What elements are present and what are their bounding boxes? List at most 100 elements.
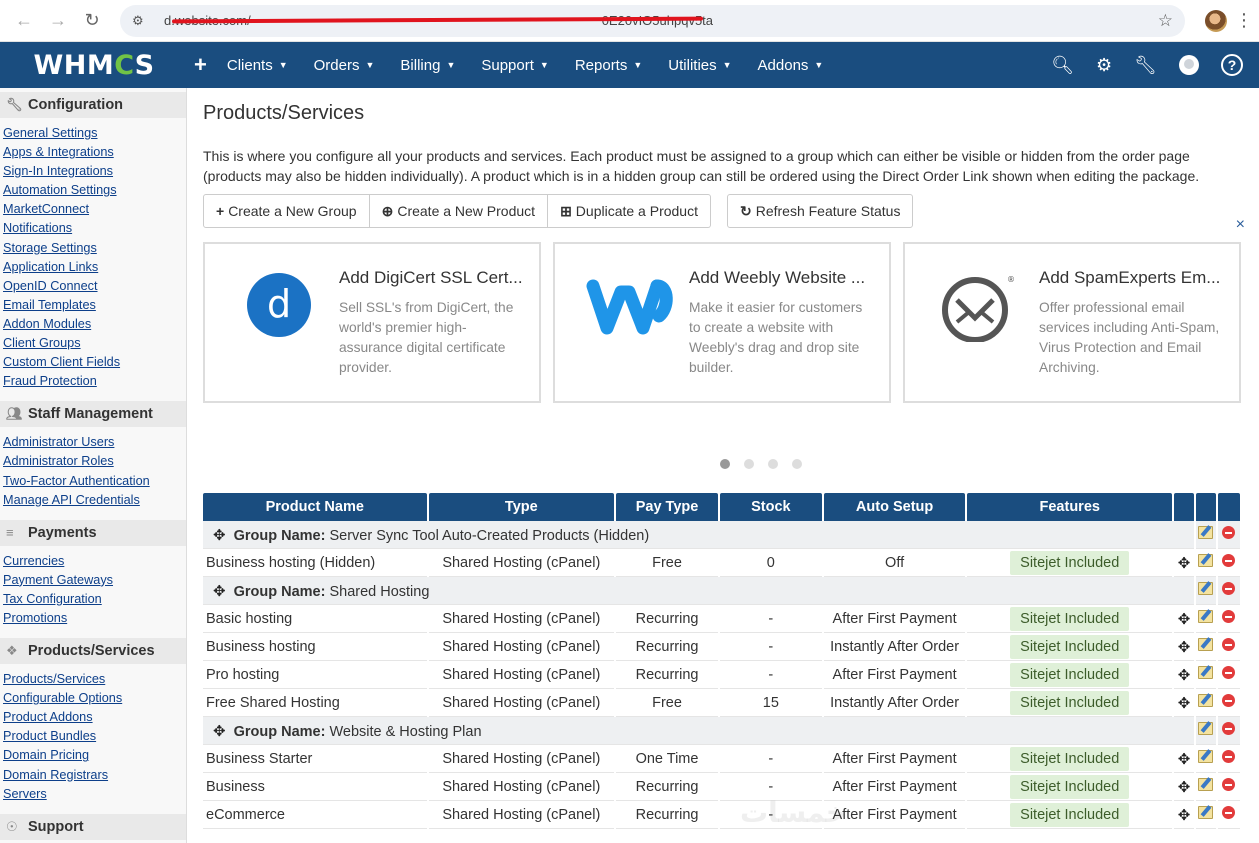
- cogs-icon[interactable]: ⚙: [1096, 55, 1112, 76]
- help-icon[interactable]: ?: [1221, 54, 1243, 76]
- product-name[interactable]: Free Shared Hosting: [203, 689, 427, 717]
- delete-icon[interactable]: [1222, 610, 1236, 623]
- close-promos-icon[interactable]: ×: [1236, 216, 1245, 234]
- move-icon[interactable]: ✥: [1178, 695, 1191, 712]
- sidebar-link-general-settings[interactable]: General Settings: [3, 124, 186, 143]
- move-icon[interactable]: ✥: [1178, 667, 1191, 684]
- move-icon[interactable]: ✥: [1178, 779, 1191, 796]
- sidebar-link-apps-integrations[interactable]: Apps & Integrations: [3, 143, 186, 162]
- sidebar-link-tax-configuration[interactable]: Tax Configuration: [3, 590, 186, 609]
- delete-icon[interactable]: [1222, 750, 1236, 763]
- sidebar-link-product-bundles[interactable]: Product Bundles: [3, 727, 186, 746]
- product-name[interactable]: Business hosting (Hidden): [203, 549, 427, 577]
- carousel-dot[interactable]: [792, 459, 802, 469]
- sidebar-link-domain-pricing[interactable]: Domain Pricing: [3, 746, 186, 765]
- sidebar-link-payment-gateways[interactable]: Payment Gateways: [3, 571, 186, 590]
- bookmark-star-icon[interactable]: ☆: [1158, 11, 1173, 31]
- carousel-dot[interactable]: [768, 459, 778, 469]
- sidebar-link-automation-settings[interactable]: Automation Settings: [3, 181, 186, 200]
- edit-icon[interactable]: [1198, 582, 1214, 595]
- column-header[interactable]: Pay Type: [616, 493, 718, 521]
- edit-icon[interactable]: [1198, 610, 1214, 623]
- product-name[interactable]: Business: [203, 773, 427, 801]
- column-header[interactable]: Stock: [719, 493, 822, 521]
- sidebar-link-marketconnect[interactable]: MarketConnect: [3, 200, 186, 219]
- create-group-button[interactable]: + Create a New Group: [203, 194, 370, 228]
- delete-icon[interactable]: [1222, 526, 1236, 539]
- create-product-button[interactable]: ⊕ Create a New Product: [369, 194, 549, 228]
- delete-icon[interactable]: [1222, 694, 1236, 707]
- edit-icon[interactable]: [1198, 694, 1214, 707]
- sidebar-section-support[interactable]: ☉ Support: [0, 813, 186, 840]
- sidebar-link-promotions[interactable]: Promotions: [3, 609, 186, 628]
- column-header[interactable]: Features: [967, 493, 1173, 521]
- nav-addons[interactable]: Addons ▼: [758, 57, 824, 74]
- edit-icon[interactable]: [1198, 722, 1214, 735]
- back-arrow-icon[interactable]: ←: [10, 7, 38, 35]
- product-name[interactable]: Basic hosting: [203, 605, 427, 633]
- move-icon[interactable]: ✥: [1178, 639, 1191, 656]
- carousel-dot[interactable]: [744, 459, 754, 469]
- sidebar-link-fraud-protection[interactable]: Fraud Protection: [3, 372, 186, 391]
- delete-icon[interactable]: [1222, 666, 1236, 679]
- promo-card-spamexperts[interactable]: ® Add SpamExperts Em... Offer profession…: [903, 242, 1241, 403]
- sidebar-link-products-services[interactable]: Products/Services: [3, 670, 186, 689]
- column-header[interactable]: Product Name: [203, 493, 427, 521]
- sidebar-link-administrator-users[interactable]: Administrator Users: [3, 433, 186, 452]
- sidebar-link-email-templates[interactable]: Email Templates: [3, 296, 186, 315]
- edit-icon[interactable]: [1198, 554, 1214, 567]
- product-name[interactable]: eCommerce: [203, 801, 427, 829]
- edit-icon[interactable]: [1198, 778, 1214, 791]
- sidebar-link-servers[interactable]: Servers: [3, 785, 186, 804]
- move-icon[interactable]: ✥: [213, 723, 226, 740]
- refresh-feature-status-button[interactable]: ↻ Refresh Feature Status: [726, 194, 914, 228]
- product-name[interactable]: Business Starter: [203, 745, 427, 773]
- sidebar-link-addon-modules[interactable]: Addon Modules: [3, 315, 186, 334]
- column-header[interactable]: Auto Setup: [823, 493, 966, 521]
- delete-icon[interactable]: [1222, 638, 1236, 651]
- reload-icon[interactable]: ↻: [78, 7, 106, 35]
- sidebar-section-staff-management[interactable]: 👥︎ Staff Management: [0, 401, 186, 428]
- promo-card-weebly[interactable]: Add Weebly Website ... Make it easier fo…: [553, 242, 891, 403]
- edit-icon[interactable]: [1198, 638, 1214, 651]
- product-name[interactable]: Pro hosting: [203, 661, 427, 689]
- sidebar-link-storage-settings[interactable]: Storage Settings: [3, 239, 186, 258]
- nav-utilities[interactable]: Utilities ▼: [668, 57, 731, 74]
- nav-support[interactable]: Support ▼: [481, 57, 548, 74]
- sidebar-link-product-addons[interactable]: Product Addons: [3, 708, 186, 727]
- sidebar-link-client-groups[interactable]: Client Groups: [3, 334, 186, 353]
- sidebar-link-custom-client-fields[interactable]: Custom Client Fields: [3, 353, 186, 372]
- nav-clients[interactable]: Clients ▼: [227, 57, 288, 74]
- nav-reports[interactable]: Reports ▼: [575, 57, 642, 74]
- user-avatar-icon[interactable]: [1179, 55, 1199, 75]
- sidebar-link-manage-api-credentials[interactable]: Manage API Credentials: [3, 491, 186, 510]
- wrench-icon[interactable]: 🔧︎: [1134, 55, 1157, 76]
- sidebar-section-payments[interactable]: ≡ Payments: [0, 519, 186, 546]
- edit-icon[interactable]: [1198, 666, 1214, 679]
- site-settings-icon[interactable]: ⚙: [132, 13, 150, 29]
- sidebar-link-configurable-options[interactable]: Configurable Options: [3, 689, 186, 708]
- carousel-dot[interactable]: [720, 459, 730, 469]
- promo-card-digicert[interactable]: d Add DigiCert SSL Cert... Sell SSL's fr…: [203, 242, 541, 403]
- move-icon[interactable]: ✥: [1178, 807, 1191, 824]
- product-name[interactable]: Business hosting: [203, 633, 427, 661]
- edit-icon[interactable]: [1198, 806, 1214, 819]
- move-icon[interactable]: ✥: [1178, 751, 1191, 768]
- nav-billing[interactable]: Billing ▼: [400, 57, 455, 74]
- move-icon[interactable]: ✥: [1178, 555, 1191, 572]
- sidebar-link-application-links[interactable]: Application Links: [3, 258, 186, 277]
- move-icon[interactable]: ✥: [213, 583, 226, 600]
- sidebar-link-domain-registrars[interactable]: Domain Registrars: [3, 766, 186, 785]
- profile-avatar-icon[interactable]: [1205, 9, 1227, 32]
- delete-icon[interactable]: [1222, 778, 1236, 791]
- sidebar-link-sign-in-integrations[interactable]: Sign-In Integrations: [3, 162, 186, 181]
- sidebar-section-products-services[interactable]: ❖ Products/Services: [0, 638, 186, 665]
- forward-arrow-icon[interactable]: →: [44, 7, 72, 35]
- quick-add-plus-icon[interactable]: +: [194, 52, 207, 78]
- edit-icon[interactable]: [1198, 526, 1214, 539]
- address-bar[interactable]: ⚙ d.website.com/xxxxxxxxxxxxxxxxxxxxxxxx…: [120, 4, 1185, 37]
- duplicate-product-button[interactable]: ⊞ Duplicate a Product: [548, 194, 711, 228]
- move-icon[interactable]: ✥: [1178, 611, 1191, 628]
- delete-icon[interactable]: [1222, 582, 1236, 595]
- browser-menu-icon[interactable]: ⋮: [1235, 10, 1253, 31]
